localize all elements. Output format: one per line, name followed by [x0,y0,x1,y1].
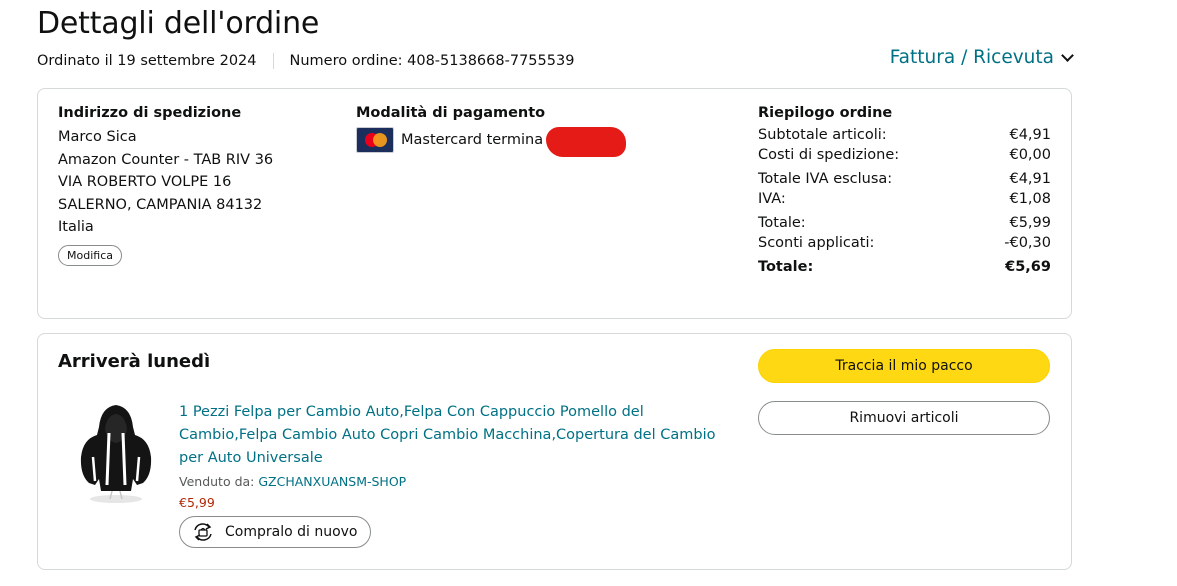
buy-again-label: Compralo di nuovo [225,524,358,540]
shipping-address-lines: Marco Sica Amazon Counter - TAB RIV 36 V… [58,126,273,239]
page-title: Dettagli dell'ordine [37,6,320,41]
order-meta: Ordinato il 19 settembre 2024 Numero ord… [37,53,574,69]
address-line: Marco Sica [58,129,137,145]
summary-label: Sconti applicati: [758,235,875,251]
address-line: VIA ROBERTO VOLPE 16 [58,174,232,190]
summary-label: Subtotale articoli: [758,127,887,143]
seller-link[interactable]: GZCHANXUANSM-SHOP [258,474,406,489]
track-package-button[interactable]: Traccia il mio pacco [758,349,1050,383]
summary-label: Totale IVA esclusa: [758,171,893,187]
buy-again-button[interactable]: Compralo di nuovo [179,516,371,548]
summary-value: €0,00 [1009,147,1051,163]
payment-method-section: Modalità di pagamento Mastercard termina [356,105,627,157]
payment-method-title: Modalità di pagamento [356,105,546,121]
summary-value: €5,99 [1009,215,1051,231]
buy-again-icon [194,523,212,541]
redaction-mark [546,127,627,157]
mastercard-icon [356,127,394,153]
order-info-card: Indirizzo di spedizione Marco Sica Amazo… [37,88,1072,319]
summary-row-total: Totale: €5,99 [758,215,1051,231]
summary-row-total-excl-vat: Totale IVA esclusa: €4,91 [758,171,1051,187]
summary-label: IVA: [758,191,786,207]
sold-by-label: Venduto da: [179,474,255,489]
summary-row-discounts: Sconti applicati: -€0,30 [758,235,1051,251]
remove-items-button[interactable]: Rimuovi articoli [758,401,1050,435]
summary-label: Totale: [758,215,806,231]
payment-card-row: Mastercard termina [356,123,627,157]
summary-value: -€0,30 [1004,235,1051,251]
summary-label: Costi di spedizione: [758,147,900,163]
card-text: Mastercard termina [401,132,544,148]
summary-value: €1,08 [1009,191,1051,207]
product-image[interactable] [73,399,159,507]
arrival-status: Arriverà lunedì [58,351,211,372]
edit-address-button[interactable]: Modifica [58,244,122,266]
chevron-down-icon [1061,48,1074,62]
summary-label: Totale: [758,259,814,275]
summary-row-vat: IVA: €1,08 [758,191,1051,207]
shipment-card: Arriverà lunedì 1 Pezzi Felpa per Cambio… [37,333,1072,570]
address-line: Italia [58,219,94,235]
order-summary-section: Riepilogo ordine Subtotale articoli: €4,9… [758,105,1051,275]
invoice-link-label: Fattura / Ricevuta [889,47,1054,68]
divider [272,53,274,69]
address-line: SALERNO, CAMPANIA 84132 [58,196,263,213]
summary-value: €5,69 [1005,259,1051,275]
summary-row-subtotal: Subtotale articoli: €4,91 [758,127,1051,143]
product-price: €5,99 [179,495,215,510]
product-info: 1 Pezzi Felpa per Cambio Auto,Felpa Con … [179,401,739,548]
order-summary-title: Riepilogo ordine [758,105,893,121]
product-title-link[interactable]: 1 Pezzi Felpa per Cambio Auto,Felpa Con … [179,401,739,470]
order-number: Numero ordine: 408-5138668-7755539 [289,53,575,69]
summary-value: €4,91 [1009,127,1051,143]
summary-row-shipping: Costi di spedizione: €0,00 [758,147,1051,163]
order-date: Ordinato il 19 settembre 2024 [37,53,257,69]
shipping-address-section: Indirizzo di spedizione Marco Sica Amazo… [58,105,273,266]
summary-value: €4,91 [1009,171,1051,187]
address-line: Amazon Counter - TAB RIV 36 [58,151,274,168]
summary-row-grand-total: Totale: €5,69 [758,259,1051,275]
invoice-receipt-link[interactable]: Fattura / Ricevuta [889,47,1074,68]
shipping-address-title: Indirizzo di spedizione [58,105,242,121]
sold-by: Venduto da: GZCHANXUANSM-SHOP [179,474,739,489]
